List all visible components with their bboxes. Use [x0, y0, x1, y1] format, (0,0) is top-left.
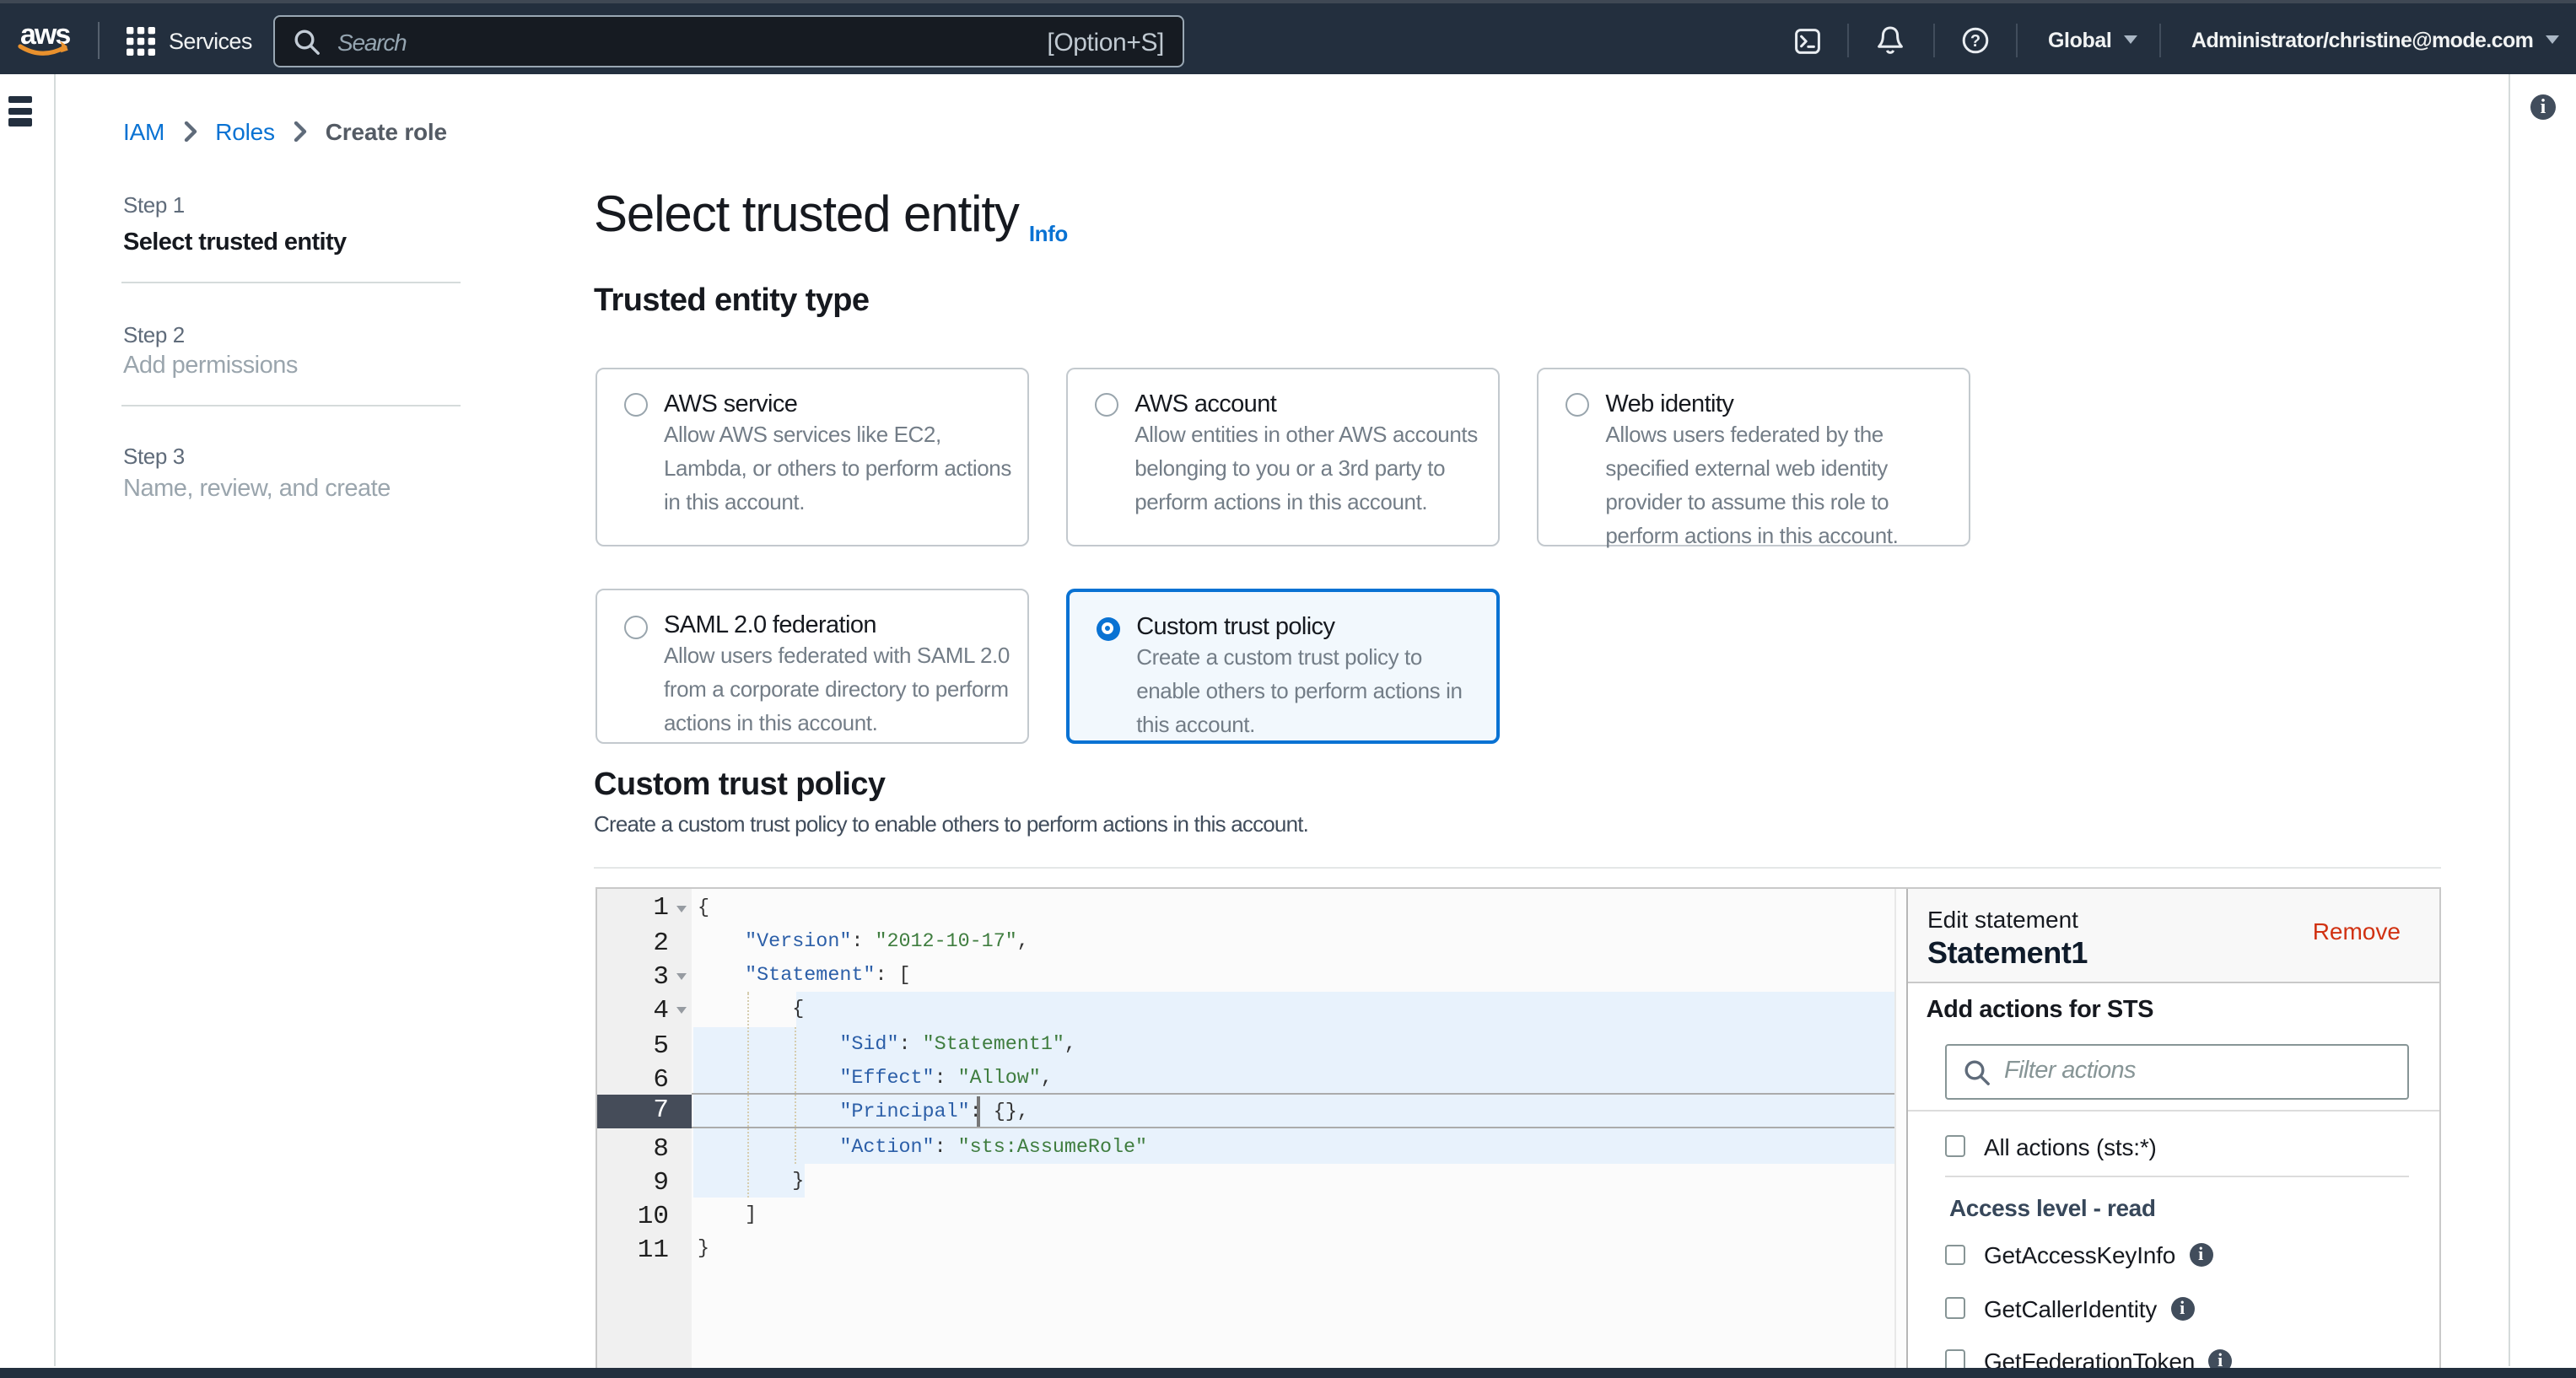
svg-text:?: ?	[1970, 32, 1981, 51]
